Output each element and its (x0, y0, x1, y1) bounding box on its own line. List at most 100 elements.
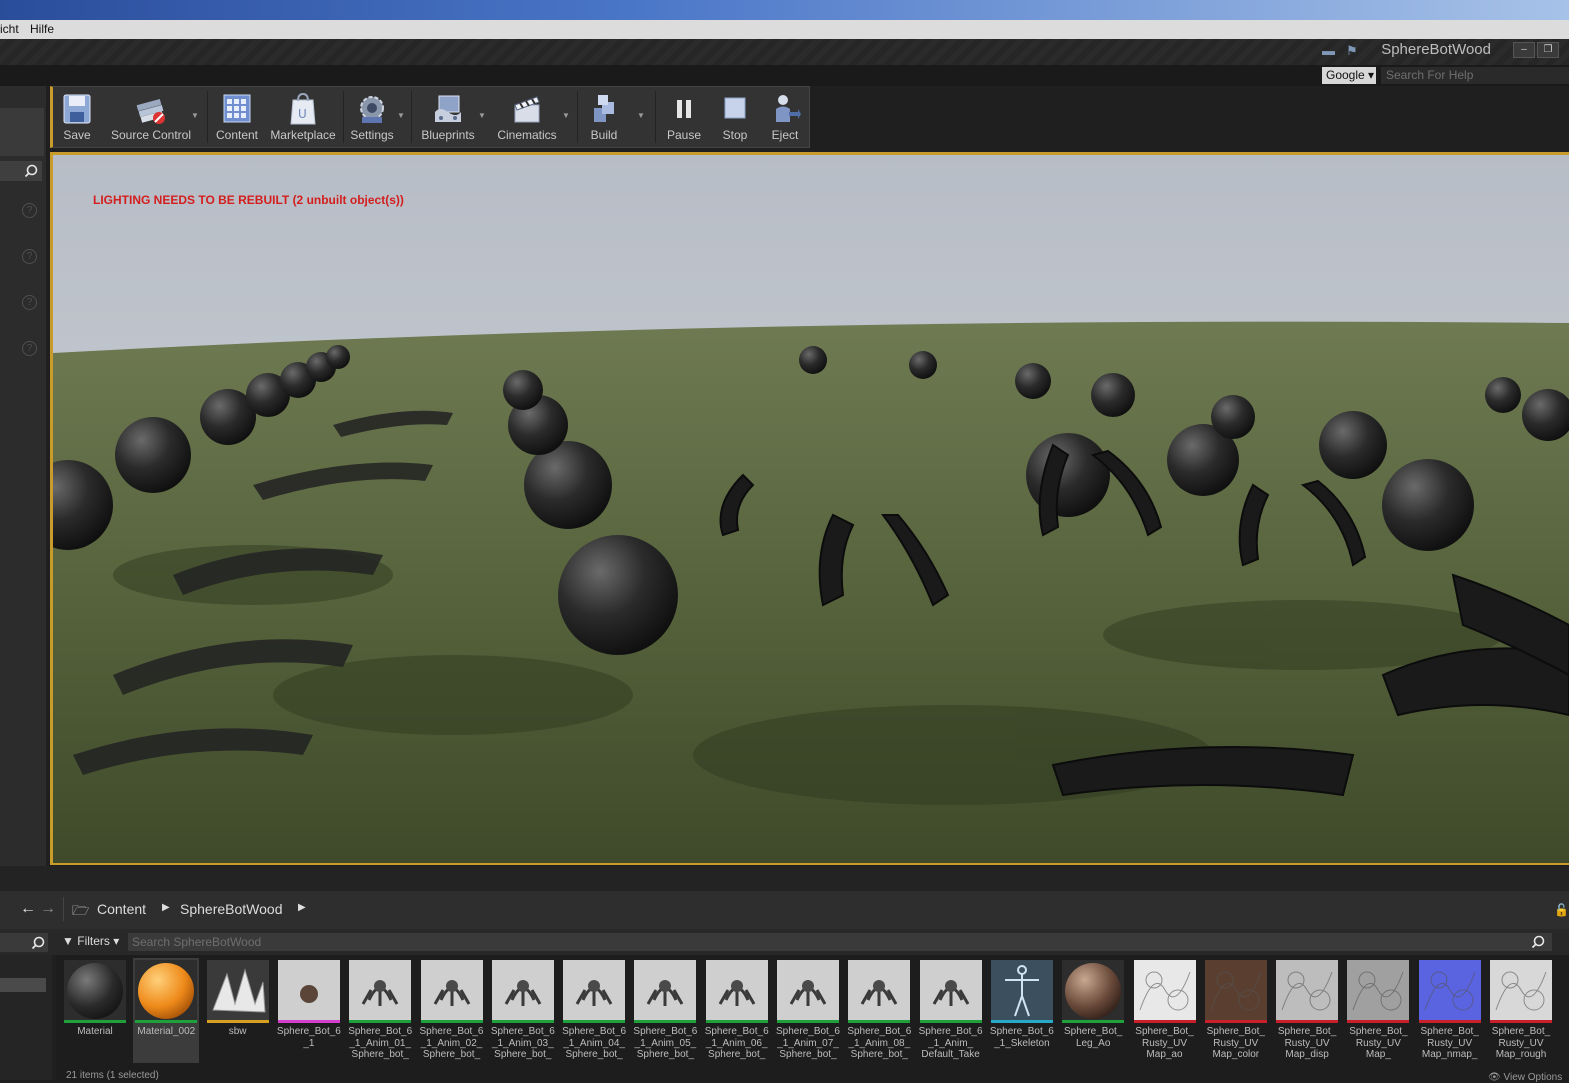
eject-label: Eject (771, 128, 799, 142)
view-options-button[interactable]: 👁 View Options (1488, 1072, 1562, 1083)
help-icon[interactable]: ? (22, 249, 37, 264)
help-icon[interactable]: ? (22, 341, 37, 356)
help-row: Google ▾ Search For Help (0, 65, 1569, 86)
eject-button[interactable]: Eject (761, 87, 809, 147)
asset-thumbnail (634, 960, 697, 1022)
eject-icon (776, 95, 801, 122)
asset-tile[interactable]: Sphere_Bot_ Rusty_UV Map_ao (1132, 958, 1198, 1063)
asset-tile[interactable]: sbw (205, 958, 271, 1063)
asset-type-bar (1418, 1020, 1481, 1023)
build-dropdown[interactable]: ▼ (637, 111, 645, 120)
asset-name: Sphere_Bot_6 _1_Anim_02_ Sphere_bot_ (419, 1026, 484, 1060)
back-arrow-icon[interactable]: ← (20, 900, 36, 918)
breadcrumb-content[interactable]: Content (97, 901, 146, 917)
search-icon[interactable] (1531, 935, 1545, 949)
save-button[interactable]: Save (53, 87, 101, 147)
asset-type-bar (990, 1020, 1053, 1023)
asset-tile[interactable]: Sphere_Bot_6 _1_Skeleton (989, 958, 1055, 1063)
marketplace-button[interactable]: U Marketplace (267, 87, 339, 147)
chevron-right-icon[interactable]: ▶ (298, 902, 306, 913)
asset-thumbnail (990, 960, 1053, 1022)
asset-tile[interactable]: Sphere_Bot_6 _1_Anim_02_ Sphere_bot_ (419, 958, 485, 1063)
forward-arrow-icon[interactable]: → (40, 900, 56, 918)
asset-tile[interactable]: Sphere_Bot_6 _1_Anim_04_ Sphere_bot_ (561, 958, 627, 1063)
asset-tile[interactable]: Material_002 (133, 958, 200, 1063)
asset-name: Sphere_Bot_ Rusty_UV Map_ao (1135, 1026, 1194, 1060)
asset-tile[interactable]: Sphere_Bot_6 _1_Anim_03_ Sphere_bot_ (490, 958, 556, 1063)
source-control-dropdown[interactable]: ▼ (191, 111, 199, 120)
search-provider-dropdown[interactable]: Google ▾ (1322, 67, 1376, 84)
feedback-icon[interactable]: ▬ (1322, 44, 1336, 58)
asset-thumbnail (1347, 960, 1410, 1022)
stop-icon (724, 97, 746, 119)
menu-item-view[interactable]: icht (0, 20, 19, 39)
asset-count: 21 items (1 selected) (66, 1070, 159, 1081)
level-viewport[interactable]: LIGHTING NEEDS TO BE REBUILT (2 unbuilt … (50, 152, 1569, 865)
pause-label: Pause (666, 128, 702, 142)
left-panel-search[interactable] (0, 161, 42, 181)
source-control-button[interactable]: Source Control (105, 87, 197, 147)
asset-tile[interactable]: Sphere_Bot_6 _1 (276, 958, 342, 1063)
asset-type-bar (135, 1020, 198, 1023)
folder-search-input[interactable] (0, 933, 48, 952)
asset-search-input[interactable]: Search SphereBotWood (128, 933, 1552, 951)
pause-button[interactable]: Pause (659, 87, 709, 147)
minimize-button[interactable]: – (1513, 42, 1535, 58)
asset-type-bar (1062, 1020, 1125, 1023)
learn-icon[interactable]: ⚑ (1346, 44, 1360, 58)
asset-name: Sphere_Bot_6 _1_Anim_05_ Sphere_bot_ (633, 1026, 698, 1060)
marketplace-label: Marketplace (270, 128, 336, 142)
asset-thumbnail (563, 960, 626, 1022)
asset-name: Sphere_Bot_ Rusty_UV Map_nmap_ (1420, 1026, 1479, 1060)
asset-name: Sphere_Bot_6 _1_Anim_06_ Sphere_bot_ (704, 1026, 769, 1060)
restore-button[interactable]: ❐ (1537, 42, 1559, 58)
asset-type-bar (634, 1020, 697, 1023)
help-icon[interactable]: ? (22, 203, 37, 218)
asset-thumbnail (349, 960, 412, 1022)
folder-tree-selected-item[interactable] (0, 978, 46, 992)
asset-thumbnail (277, 960, 340, 1022)
asset-tile[interactable]: Sphere_Bot_6 _1_Anim_05_ Sphere_bot_ (632, 958, 698, 1063)
asset-tile[interactable]: Sphere_Bot_ Leg_Ao (1060, 958, 1126, 1063)
asset-type-bar (705, 1020, 768, 1023)
source-control-icon (136, 98, 165, 124)
asset-tile[interactable]: Sphere_Bot_6 _1_Anim_06_ Sphere_bot_ (704, 958, 770, 1063)
settings-button[interactable]: Settings (346, 87, 398, 147)
content-button[interactable]: Content (211, 87, 263, 147)
chevron-right-icon[interactable]: ▶ (162, 902, 170, 913)
asset-tile[interactable]: Sphere_Bot_ Rusty_UV Map_disp (1274, 958, 1340, 1063)
asset-tile[interactable]: Sphere_Bot_6 _1_Anim_01_ Sphere_bot_ (347, 958, 413, 1063)
asset-tile[interactable]: Sphere_Bot_ Rusty_UV Map_nmap_ (1417, 958, 1483, 1063)
blueprints-dropdown[interactable]: ▼ (478, 111, 486, 120)
asset-tile[interactable]: Sphere_Bot_ Rusty_UV Map_rough (1488, 958, 1554, 1063)
save-label: Save (63, 128, 91, 142)
asset-name: sbw (228, 1026, 247, 1037)
asset-name: Sphere_Bot_6 _1_Skeleton (989, 1026, 1054, 1049)
help-search-input[interactable]: Search For Help (1381, 67, 1569, 84)
cinematics-dropdown[interactable]: ▼ (562, 111, 570, 120)
asset-type-bar (1204, 1020, 1267, 1023)
asset-tile[interactable]: Sphere_Bot_ Rusty_UV Map_ (1345, 958, 1411, 1063)
settings-dropdown[interactable]: ▼ (397, 111, 405, 120)
cinematics-button[interactable]: Cinematics (493, 87, 561, 147)
blueprints-button[interactable]: Blueprints (415, 87, 481, 147)
asset-name: Sphere_Bot_ Leg_Ao (1063, 1026, 1123, 1049)
window-title: SphereBotWood (1381, 41, 1491, 58)
asset-thumbnail (1490, 960, 1552, 1022)
asset-type-bar (349, 1020, 412, 1023)
filters-button[interactable]: ▼ Filters ▾ (62, 934, 119, 948)
asset-tile[interactable]: Sphere_Bot_6 _1_Anim_ Default_Take (918, 958, 984, 1063)
help-icon[interactable]: ? (22, 295, 37, 310)
asset-type-bar (491, 1020, 554, 1023)
asset-tile[interactable]: Sphere_Bot_6 _1_Anim_07_ Sphere_bot_ (775, 958, 841, 1063)
asset-tile[interactable]: Sphere_Bot_6 _1_Anim_08_ Sphere_bot_ (846, 958, 912, 1063)
build-icon (594, 95, 614, 122)
lock-icon[interactable]: 🔓 (1554, 903, 1569, 917)
menu-item-help[interactable]: Hilfe (30, 20, 54, 39)
build-button[interactable]: Build (581, 87, 627, 147)
asset-tile[interactable]: Sphere_Bot_ Rusty_UV Map_color (1203, 958, 1269, 1063)
stop-button[interactable]: Stop (711, 87, 759, 147)
asset-tile[interactable]: Material (62, 958, 128, 1063)
breadcrumb-folder[interactable]: SphereBotWood (180, 901, 282, 917)
asset-thumbnail (1204, 960, 1267, 1022)
